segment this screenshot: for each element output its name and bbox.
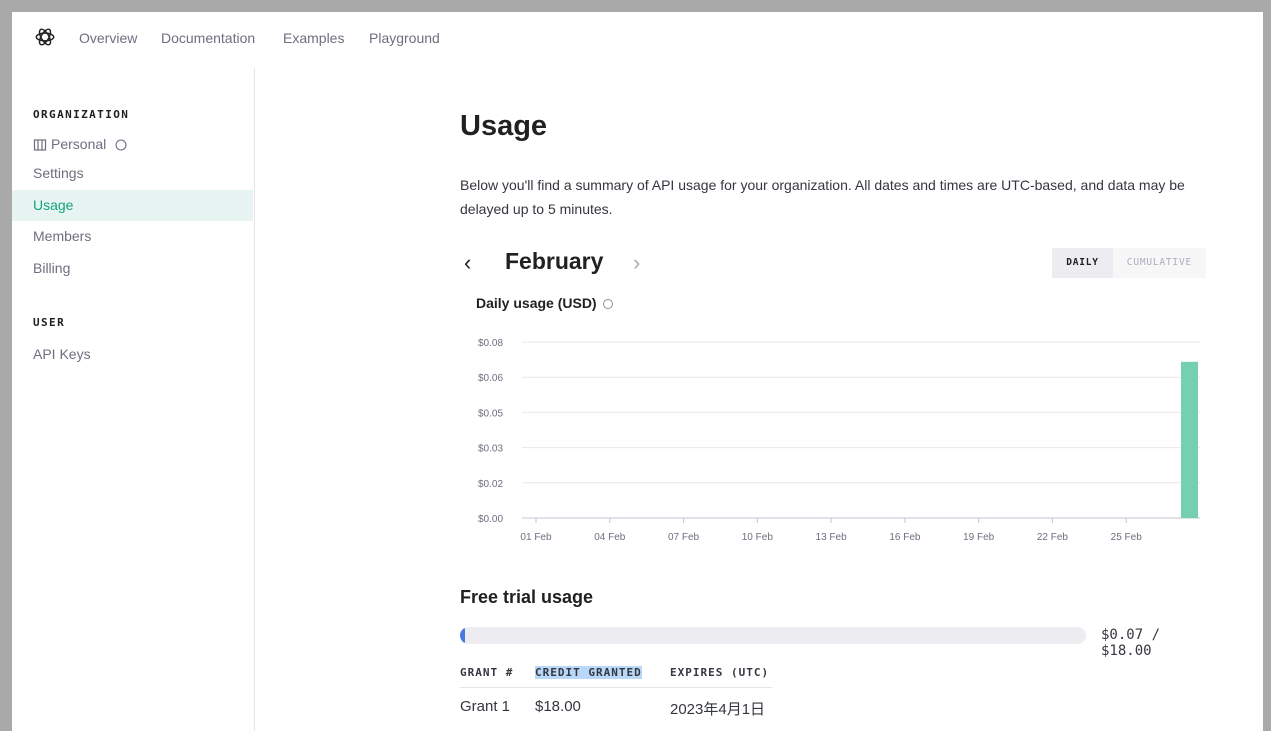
- building-icon: [33, 136, 47, 152]
- sidebar-user-header: USER: [33, 316, 66, 329]
- x-tick-label: 04 Feb: [594, 532, 626, 543]
- free-trial-progress-fill: [460, 627, 465, 644]
- grant-cell-name: Grant 1: [460, 698, 511, 715]
- grant-cell-expires: 2023年4月1日: [670, 701, 766, 718]
- nav-documentation[interactable]: Documentation: [161, 30, 255, 46]
- sidebar-org-header: ORGANIZATION: [33, 108, 130, 121]
- info-icon[interactable]: [602, 295, 614, 311]
- chevron-right-icon[interactable]: ›: [633, 250, 640, 276]
- openai-logo-icon[interactable]: [34, 26, 56, 48]
- x-tick-label: 22 Feb: [1037, 532, 1069, 543]
- y-tick-label: $0.00: [478, 514, 503, 525]
- sidebar: ORGANIZATION Personal Settings Usage Mem…: [12, 68, 255, 731]
- month-label: February: [505, 248, 604, 274]
- free-trial-amount: $0.07 / $18.00: [1101, 627, 1161, 659]
- grant-header-credit-text: CREDIT GRANTED: [535, 666, 642, 679]
- free-trial-title: Free trial usage: [460, 587, 594, 607]
- chart-title: Daily usage (USD): [476, 295, 614, 311]
- sidebar-item-members[interactable]: Members: [12, 221, 253, 252]
- org-name: Personal: [51, 136, 107, 153]
- nav-playground[interactable]: Playground: [369, 30, 440, 46]
- nav-overview[interactable]: Overview: [79, 30, 137, 46]
- grant-header-credit: CREDIT GRANTED: [535, 666, 642, 679]
- sidebar-item-api-keys[interactable]: API Keys: [12, 339, 253, 370]
- view-toggle: DAILY CUMULATIVE: [1052, 248, 1206, 278]
- chevron-left-icon[interactable]: ‹: [464, 250, 471, 276]
- y-tick-label: $0.05: [478, 408, 503, 419]
- nav-examples[interactable]: Examples: [283, 30, 344, 46]
- x-tick-label: 25 Feb: [1111, 532, 1143, 543]
- x-tick-label: 16 Feb: [889, 532, 921, 543]
- y-tick-label: $0.08: [478, 338, 503, 349]
- toggle-daily[interactable]: DAILY: [1052, 248, 1113, 278]
- org-selector[interactable]: Personal: [33, 136, 128, 152]
- x-tick-label: 19 Feb: [963, 532, 995, 543]
- sidebar-item-settings[interactable]: Settings: [12, 158, 253, 189]
- sidebar-item-usage[interactable]: Usage: [12, 190, 253, 221]
- page-title: Usage: [460, 110, 548, 142]
- daily-usage-chart: $0.00 $0.02 $0.03 $0.05 $0.06 $0.08 01 Feb 04 F…: [478, 338, 1200, 543]
- page-description: Below you'll find a summary of API usage…: [460, 177, 1185, 217]
- grant-divider: [460, 687, 772, 688]
- grant-header-expires: EXPIRES (UTC): [670, 666, 770, 679]
- chart-title-text: Daily usage (USD): [476, 295, 597, 311]
- x-tick-label: 13 Feb: [816, 532, 848, 543]
- y-tick-label: $0.02: [478, 479, 503, 490]
- top-nav: Overview Documentation Examples Playgrou…: [12, 12, 1263, 68]
- grant-header-number: GRANT #: [460, 666, 514, 679]
- x-tick-label: 07 Feb: [668, 532, 700, 543]
- sidebar-item-billing[interactable]: Billing: [12, 253, 253, 284]
- grant-cell-credit: $18.00: [535, 698, 581, 715]
- y-tick-label: $0.03: [478, 444, 503, 455]
- y-tick-label: $0.06: [478, 373, 503, 384]
- month-navigation: ‹ February › DAILY CUMULATIVE: [460, 246, 1206, 280]
- x-tick-label: 01 Feb: [520, 532, 552, 543]
- bar-28-feb: [1181, 361, 1198, 518]
- toggle-cumulative[interactable]: CUMULATIVE: [1112, 248, 1206, 278]
- free-trial-progress-bar: [460, 627, 1086, 644]
- refresh-icon[interactable]: [110, 136, 128, 152]
- x-tick-label: 10 Feb: [742, 532, 774, 543]
